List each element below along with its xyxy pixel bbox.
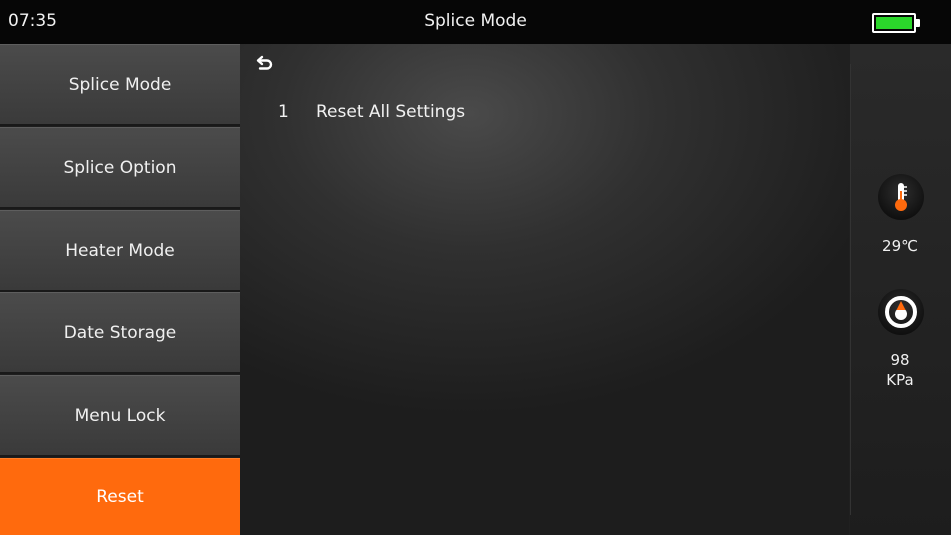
status-side-panel: 29℃ 98 KPa [849, 44, 951, 535]
menu-item-label: Splice Mode [68, 74, 172, 95]
settings-row-reset-all[interactable]: 1 Reset All Settings [278, 102, 465, 122]
status-bar: 07:35 Splice Mode [0, 0, 951, 44]
temperature-readout: 29℃ [882, 237, 918, 255]
splicer-screen: 07:35 Splice Mode Splice Mode Splice Opt… [0, 0, 951, 535]
battery-full-icon [872, 13, 920, 33]
thermometer-icon [878, 174, 924, 220]
back-arrow-icon[interactable] [254, 52, 276, 74]
menu-item-label: Heater Mode [65, 240, 175, 261]
pressure-unit: KPa [886, 371, 914, 389]
menu-item-label: Reset [96, 487, 144, 507]
content-area: 1 Reset All Settings [240, 44, 849, 535]
menu-item-reset[interactable]: Reset [0, 458, 240, 535]
side-menu: Splice Mode Splice Option Heater Mode Da… [0, 44, 240, 535]
menu-item-label: Splice Option [63, 157, 177, 178]
menu-item-splice-option[interactable]: Splice Option [0, 127, 240, 209]
menu-item-heater-mode[interactable]: Heater Mode [0, 210, 240, 292]
menu-item-label: Menu Lock [74, 405, 166, 426]
menu-item-label: Date Storage [63, 322, 177, 343]
page-title: Splice Mode [424, 11, 527, 31]
menu-item-date-storage[interactable]: Date Storage [0, 292, 240, 374]
pressure-gauge-icon [878, 289, 924, 335]
setting-label: Reset All Settings [316, 102, 466, 122]
pressure-value: 98 [890, 351, 910, 369]
menu-item-splice-mode[interactable]: Splice Mode [0, 44, 240, 126]
menu-item-menu-lock[interactable]: Menu Lock [0, 375, 240, 457]
setting-number: 1 [278, 102, 289, 122]
